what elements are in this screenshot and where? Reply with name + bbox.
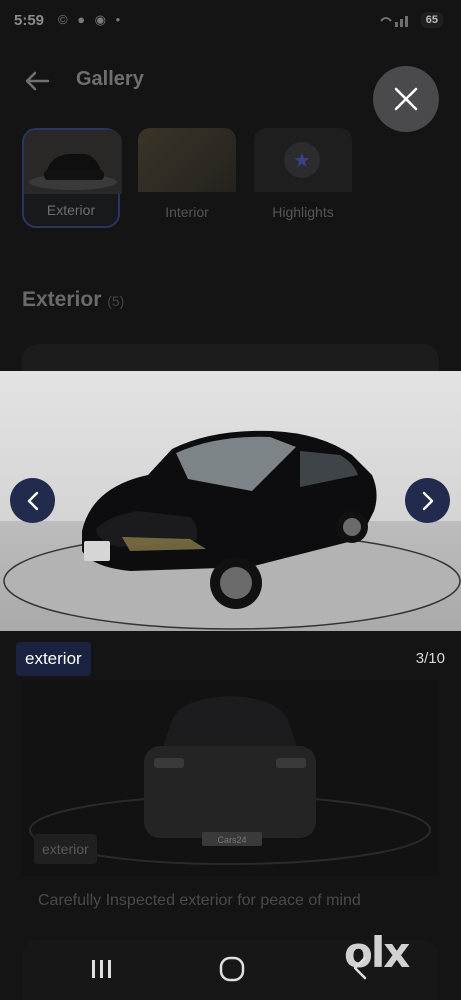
status-bar: 5:59 © ● ◉ • 65 [0,0,461,40]
tab-highlights-label: Highlights [272,204,334,220]
chevron-left-icon [27,491,38,510]
status-right: 65 [379,12,443,28]
license-plate-text: Cars24 [217,835,246,845]
car-exterior-photo [0,371,461,631]
star-icon: ★ [284,142,320,178]
image-counter: 3/10 [415,650,445,667]
chevron-right-icon [422,491,433,510]
image-caption-badge: exterior [16,642,91,676]
next-image-button[interactable] [405,478,450,523]
car-thumbnail-icon [29,154,117,190]
exterior-card[interactable]: Cars24 exterior Carefully Inspected exte… [22,680,439,928]
tab-exterior[interactable]: Exterior [22,128,122,228]
section-title: Exterior (5) [22,288,124,312]
tab-highlights[interactable]: ★ Highlights [254,128,352,228]
image-viewer[interactable] [0,371,461,631]
highlights-thumbnail: ★ [254,128,352,192]
interior-thumbnail [138,128,236,192]
tab-interior-label: Interior [165,204,209,220]
exterior-thumbnail [24,130,122,194]
recent-apps-icon[interactable] [90,958,114,980]
page-title: Gallery [76,68,144,90]
status-time: 5:59 [14,12,45,29]
tab-exterior-label: Exterior [46,202,96,218]
close-button[interactable] [373,66,439,132]
card-top-edge [22,344,439,374]
section-count: (5) [107,293,125,309]
notification-icons: © ● ◉ • [58,12,124,27]
card-badge: exterior [34,834,97,864]
tab-interior[interactable]: Interior [138,128,236,228]
section-title-text: Exterior [22,288,102,311]
close-icon [394,87,418,111]
back-arrow-icon[interactable] [22,66,52,96]
system-navigation-bar [0,940,461,1000]
card-caption: Carefully Inspected exterior for peace o… [38,892,361,909]
system-back-icon[interactable] [350,954,372,982]
card-photo: Cars24 exterior [22,680,439,876]
wifi-signal-icon [379,16,408,27]
home-icon[interactable] [219,956,245,982]
battery-indicator: 65 [420,12,443,28]
previous-image-button[interactable] [10,478,55,523]
category-tabs: Exterior Interior ★ Highlights [22,128,352,228]
